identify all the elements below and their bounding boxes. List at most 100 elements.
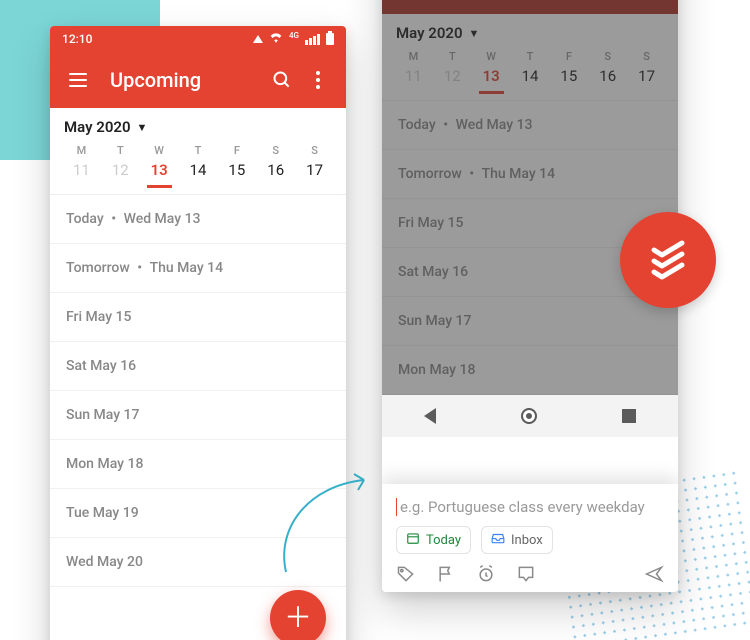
agenda-date: Wed May 13: [456, 117, 533, 133]
nav-back-button[interactable]: [424, 408, 436, 424]
week-strip: M11T12W13T14F15S16S17: [382, 46, 678, 94]
day-column[interactable]: W13: [140, 144, 179, 188]
agenda-row[interactable]: Wed May 20: [50, 538, 346, 587]
nav-recent-button[interactable]: [622, 409, 636, 423]
day-number: 12: [101, 161, 140, 185]
day-of-week: T: [179, 144, 218, 157]
agenda-row[interactable]: Tomorrow • Thu May 14: [50, 244, 346, 293]
plus-icon: ＋: [284, 604, 312, 632]
agenda-date: Mon May 18: [66, 456, 143, 472]
phone-right: 12:10 Upcoming May 2020 ▼ M11T12W13T14F1…: [382, 0, 678, 592]
priority-button[interactable]: [436, 564, 456, 584]
day-number: 14: [511, 67, 550, 91]
search-icon: [272, 70, 292, 90]
day-column[interactable]: F 15: [217, 144, 256, 188]
agenda-lead: Today: [398, 117, 436, 133]
agenda-date: Sat May 16: [66, 358, 136, 374]
day-number: 16: [588, 67, 627, 91]
day-of-week: W: [472, 50, 511, 63]
day-column[interactable]: S17: [627, 50, 666, 94]
day-number: 12: [433, 67, 472, 91]
day-number: 16: [256, 161, 295, 185]
agenda-row[interactable]: Mon May 18: [50, 440, 346, 489]
day-column[interactable]: S 17: [295, 144, 334, 188]
chip-label: Today: [426, 533, 461, 548]
due-date-chip[interactable]: Today: [396, 526, 471, 554]
hamburger-icon: [69, 79, 87, 81]
day-column[interactable]: S 16: [588, 50, 627, 94]
menu-button[interactable]: [60, 62, 96, 98]
agenda-row[interactable]: Mon May 18: [382, 346, 678, 395]
quick-add-panel: e.g. Portuguese class every weekday Toda…: [382, 484, 678, 592]
day-column[interactable]: W13: [472, 50, 511, 94]
status-bar: 12:10 4G: [50, 26, 346, 52]
day-of-week: S: [256, 144, 295, 157]
day-of-week: F: [217, 144, 256, 157]
agenda-lead: Tomorrow: [66, 260, 130, 276]
day-number: 11: [62, 161, 101, 185]
add-task-fab[interactable]: ＋: [270, 590, 326, 640]
app-bar: Upcoming: [382, 0, 678, 14]
day-column[interactable]: F 15: [549, 50, 588, 94]
search-button[interactable]: [596, 0, 632, 4]
submit-button[interactable]: [644, 564, 664, 584]
agenda-row[interactable]: Fri May 15: [50, 293, 346, 342]
day-column[interactable]: M11: [394, 50, 433, 94]
page-title: Upcoming: [110, 68, 264, 92]
agenda-row[interactable]: Tomorrow • Thu May 14: [382, 150, 678, 199]
month-selector[interactable]: May 2020 ▼: [382, 14, 678, 46]
day-column[interactable]: T 12: [433, 50, 472, 94]
day-of-week: T: [511, 50, 550, 63]
day-column[interactable]: T12: [101, 144, 140, 188]
agenda-row[interactable]: Today • Wed May 13: [50, 195, 346, 244]
agenda-list[interactable]: Today • Wed May 13Tomorrow • Thu May 14 F…: [50, 195, 346, 587]
task-placeholder: e.g. Portuguese class every weekday: [400, 498, 645, 516]
agenda-row[interactable]: Tue May 19: [50, 489, 346, 538]
day-number: 15: [549, 67, 588, 91]
day-number: 13: [147, 161, 172, 188]
nav-home-button[interactable]: [521, 408, 537, 424]
month-selector[interactable]: May 2020 ▼: [50, 108, 346, 140]
android-nav-bar: [382, 395, 678, 437]
day-column[interactable]: T14: [179, 144, 218, 188]
todoist-logo-badge: [620, 212, 716, 308]
quick-add-actions: [396, 564, 664, 584]
day-number: 15: [217, 161, 256, 185]
agenda-date: Thu May 14: [150, 260, 224, 276]
month-label: May 2020: [64, 118, 131, 136]
agenda-row[interactable]: Sat May 16: [50, 342, 346, 391]
agenda-date: Sat May 16: [398, 264, 468, 280]
agenda-date: Fri May 15: [398, 215, 463, 231]
overflow-button[interactable]: [632, 0, 668, 4]
day-of-week: F: [549, 50, 588, 63]
agenda-date: Sun May 17: [66, 407, 139, 423]
project-chip[interactable]: Inbox: [481, 526, 553, 554]
overflow-button[interactable]: [300, 62, 336, 98]
agenda-date: Fri May 15: [66, 309, 131, 325]
day-of-week: S: [588, 50, 627, 63]
wifi-icon: [269, 32, 283, 46]
agenda-row[interactable]: Sun May 17: [382, 297, 678, 346]
reminder-button[interactable]: [476, 564, 496, 584]
battery-icon: [326, 33, 334, 45]
day-column[interactable]: M11: [62, 144, 101, 188]
agenda-row[interactable]: Sun May 17: [50, 391, 346, 440]
day-column[interactable]: S 16: [256, 144, 295, 188]
day-of-week: S: [627, 50, 666, 63]
day-number: 17: [295, 161, 334, 185]
comment-button[interactable]: [516, 564, 536, 584]
menu-button[interactable]: [392, 0, 428, 4]
day-of-week: S: [295, 144, 334, 157]
search-button[interactable]: [264, 62, 300, 98]
dimmed-background: 12:10 Upcoming May 2020 ▼ M11T12W13T14F1…: [382, 0, 678, 395]
agenda-row[interactable]: Today • Wed May 13: [382, 101, 678, 150]
agenda-date: Thu May 14: [482, 166, 556, 182]
todoist-logo-icon: [644, 236, 692, 284]
day-column[interactable]: T 14: [511, 50, 550, 94]
task-name-input[interactable]: e.g. Portuguese class every weekday: [396, 496, 664, 526]
label-button[interactable]: [396, 564, 416, 584]
day-of-week: T: [433, 50, 472, 63]
agenda-date: Wed May 20: [66, 554, 143, 570]
text-cursor: [396, 498, 397, 516]
notification-icon: [253, 35, 263, 43]
